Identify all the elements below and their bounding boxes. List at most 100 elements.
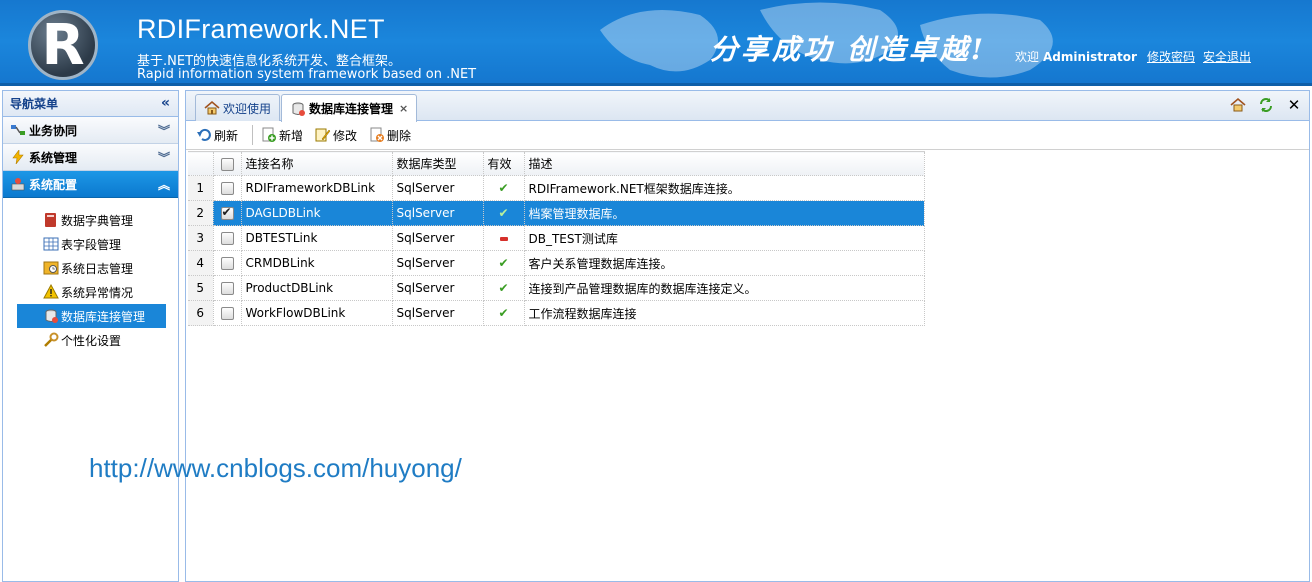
select-all-checkbox[interactable] <box>213 151 242 176</box>
config-icon <box>10 177 26 191</box>
close-icon[interactable]: ✕ <box>1285 95 1303 115</box>
nav-section-system-manage[interactable]: 系统管理 ︾ <box>3 144 178 171</box>
checkbox <box>220 232 234 245</box>
home-icon[interactable] <box>1229 95 1247 115</box>
watermark-url: http://www.cnblogs.com/huyong/ <box>89 453 462 483</box>
add-icon <box>262 127 277 142</box>
nav-section-label: 系统配置 <box>29 177 78 192</box>
chevron-down-icon: ︾ <box>157 124 170 138</box>
db-connection-grid: 连接名称 数据库类型 有效 描述 1 RDIFrameworkDBLink SqlS… <box>188 151 925 326</box>
checkbox <box>220 307 234 320</box>
cell-type: SqlServer <box>392 275 484 301</box>
cell-name: CRMDBLink <box>241 250 393 276</box>
nav-item-table-fields[interactable]: 表字段管理 <box>17 232 166 256</box>
username: Administrator <box>1043 50 1137 64</box>
app-subtitle-en: Rapid information system framework based… <box>137 67 477 82</box>
refresh-button[interactable]: 刷新 <box>196 124 244 146</box>
nav-item-system-log[interactable]: 系统日志管理 <box>17 256 166 280</box>
table-row[interactable]: 5 ProductDBLink SqlServer ✔ 连接到产品管理数据库的数据库连接… <box>188 275 925 301</box>
toolbar-separator <box>252 125 254 145</box>
edit-button[interactable]: 修改 <box>315 124 363 146</box>
row-checkbox[interactable] <box>213 225 242 251</box>
cell-description: RDIFramework.NET框架数据库连接。 <box>524 175 925 201</box>
cell-type: SqlServer <box>392 300 484 326</box>
grid-header-row: 连接名称 数据库类型 有效 描述 <box>188 151 925 176</box>
nav-section-system-config[interactable]: 系统配置 ︽ <box>3 171 178 198</box>
checkbox <box>220 257 234 270</box>
collapse-left-icon[interactable]: « <box>161 95 170 111</box>
nav-item-db-connection[interactable]: 数据库连接管理 <box>17 304 166 328</box>
lightning-icon <box>10 150 26 164</box>
column-header-description[interactable]: 描述 <box>524 151 925 176</box>
valid-check-icon: ✔ <box>498 306 509 320</box>
cell-valid: ✔ <box>483 175 525 201</box>
delete-icon <box>370 127 385 142</box>
add-button[interactable]: 新增 <box>261 124 309 146</box>
cell-valid: ✔ <box>483 275 525 301</box>
cell-valid: ✔ <box>483 200 525 226</box>
row-checkbox[interactable] <box>213 300 242 326</box>
row-checkbox[interactable] <box>213 275 242 301</box>
nav-section-business[interactable]: 业务协同 ︾ <box>3 117 178 144</box>
valid-check-icon: ✔ <box>498 256 509 270</box>
checkbox <box>220 282 234 295</box>
logout-link[interactable]: 安全退出 <box>1203 50 1251 64</box>
close-tab-icon[interactable]: × <box>399 102 408 115</box>
user-bar: 欢迎 Administrator 修改密码 安全退出 <box>1015 48 1259 65</box>
column-header-valid[interactable]: 有效 <box>483 151 525 176</box>
home-icon <box>204 100 220 115</box>
column-header-name[interactable]: 连接名称 <box>241 151 393 176</box>
cell-description: DB_TEST测试库 <box>524 225 925 251</box>
cell-type: SqlServer <box>392 250 484 276</box>
row-checkbox[interactable] <box>213 250 242 276</box>
welcome-text: 欢迎 <box>1015 50 1040 64</box>
app-logo: R <box>28 10 98 80</box>
table-row[interactable]: 3 DBTESTLink SqlServer DB_TEST测试库 <box>188 225 925 251</box>
nav-item-data-dictionary[interactable]: 数据字典管理 <box>17 208 166 232</box>
row-number: 4 <box>188 250 214 276</box>
valid-check-icon: ✔ <box>498 281 509 295</box>
nav-header: 导航菜单 « <box>3 91 178 117</box>
row-checkbox[interactable] <box>213 200 242 226</box>
cell-name: DBTESTLink <box>241 225 393 251</box>
cell-description: 连接到产品管理数据库的数据库连接定义。 <box>524 275 925 301</box>
delete-button[interactable]: 删除 <box>369 124 417 146</box>
tab-welcome[interactable]: 欢迎使用 <box>195 94 281 121</box>
table-row[interactable]: 2 DAGLDBLinkSqlServer ✔ 档案管理数据库。 <box>188 200 925 226</box>
valid-check-icon: ✔ <box>498 206 509 220</box>
nav-title: 导航菜单 <box>10 97 59 111</box>
change-password-link[interactable]: 修改密码 <box>1147 50 1195 64</box>
cell-name: RDIFrameworkDBLink <box>241 175 393 201</box>
checkbox <box>220 205 234 220</box>
table-icon <box>43 237 59 251</box>
checkbox <box>220 182 234 195</box>
row-number: 5 <box>188 275 214 301</box>
cell-name: ProductDBLink <box>241 275 393 301</box>
warning-icon <box>43 284 59 299</box>
valid-check-icon: ✔ <box>498 181 509 195</box>
row-checkbox[interactable] <box>213 175 242 201</box>
cell-valid: ✔ <box>483 250 525 276</box>
refresh-icon <box>197 128 211 141</box>
nav-item-personalization[interactable]: 个性化设置 <box>17 328 166 352</box>
nav-item-system-exception[interactable]: 系统异常情况 <box>17 280 166 304</box>
cell-type: SqlServer <box>392 225 484 251</box>
cell-description: 客户关系管理数据库连接。 <box>524 250 925 276</box>
table-row[interactable]: 4 CRMDBLink SqlServer ✔ 客户关系管理数据库连接。 <box>188 250 925 276</box>
table-row[interactable]: 1 RDIFrameworkDBLink SqlServer ✔ RDIFramewor… <box>188 175 925 201</box>
cell-valid <box>483 225 525 251</box>
nav-section-label: 系统管理 <box>29 150 78 165</box>
tab-db-connection[interactable]: 数据库连接管理 × <box>281 94 418 122</box>
cell-valid: ✔ <box>483 300 525 326</box>
header-banner: R RDIFramework.NET 基于.NET的快速信息化系统开发、整合框架… <box>0 0 1312 86</box>
column-header-type[interactable]: 数据库类型 <box>392 151 484 176</box>
row-number: 2 <box>188 200 214 226</box>
cell-description: 工作流程数据库连接 <box>524 300 925 326</box>
toolbar: 刷新 新增 修改 删除 <box>186 121 1309 150</box>
table-row[interactable]: 6 WorkFlowDBLink SqlServer ✔ 工作流程数据库连接 <box>188 300 925 326</box>
cell-name: WorkFlowDBLink <box>241 300 393 326</box>
app-title: RDIFramework.NET <box>137 14 385 44</box>
log-icon <box>43 261 59 275</box>
refresh-icon[interactable] <box>1257 95 1275 115</box>
chevron-down-icon: ︾ <box>157 151 170 165</box>
